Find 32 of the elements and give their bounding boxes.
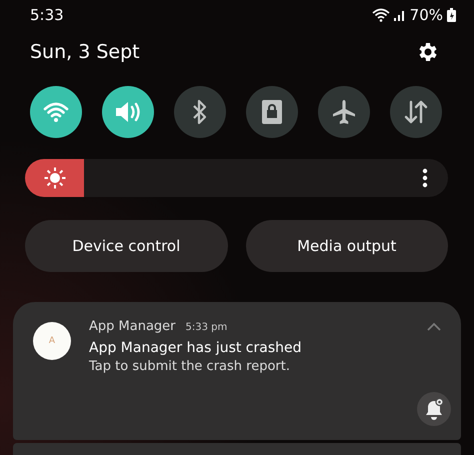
- speaker-icon: [114, 100, 142, 124]
- notification-text: Tap to submit the crash report.: [89, 359, 291, 374]
- app-name: App Manager: [89, 319, 176, 334]
- airplane-toggle[interactable]: [318, 86, 370, 138]
- data-transfer-icon: [403, 99, 429, 125]
- date-label: Sun, 3 Sept: [30, 41, 140, 63]
- brightness-slider[interactable]: [25, 159, 448, 197]
- app-icon: A: [33, 322, 71, 360]
- more-options-icon[interactable]: [422, 168, 428, 188]
- sound-toggle[interactable]: [102, 86, 154, 138]
- battery-percent: 70%: [410, 6, 443, 24]
- panel-button[interactable]: Media output: [246, 220, 448, 272]
- airplane-icon: [331, 99, 357, 125]
- wifi-icon: [43, 101, 69, 123]
- bell-icon: [424, 398, 444, 420]
- wifi-toggle[interactable]: [30, 86, 82, 138]
- wifi-signal-icon: [372, 8, 390, 22]
- bluetooth-toggle[interactable]: [174, 86, 226, 138]
- status-time: 5:33: [30, 6, 64, 24]
- bluetooth-icon: [191, 99, 209, 125]
- notification-settings-button[interactable]: [417, 392, 451, 426]
- padlock-icon: [262, 100, 282, 124]
- panel-button[interactable]: Device control: [25, 220, 228, 272]
- battery-icon: [447, 8, 456, 22]
- cell-signal-icon: [394, 9, 406, 21]
- notification-time: 5:33 pm: [186, 322, 228, 333]
- notification-card[interactable]: A App Manager 5:33 pm App Manager has just crashed Tap to submit the crash report.: [13, 302, 461, 440]
- collapse-icon[interactable]: [427, 322, 441, 331]
- lock-toggle[interactable]: [246, 86, 298, 138]
- data-toggle[interactable]: [390, 86, 442, 138]
- sun-icon: [44, 167, 66, 189]
- notification-title: App Manager has just crashed: [89, 340, 302, 356]
